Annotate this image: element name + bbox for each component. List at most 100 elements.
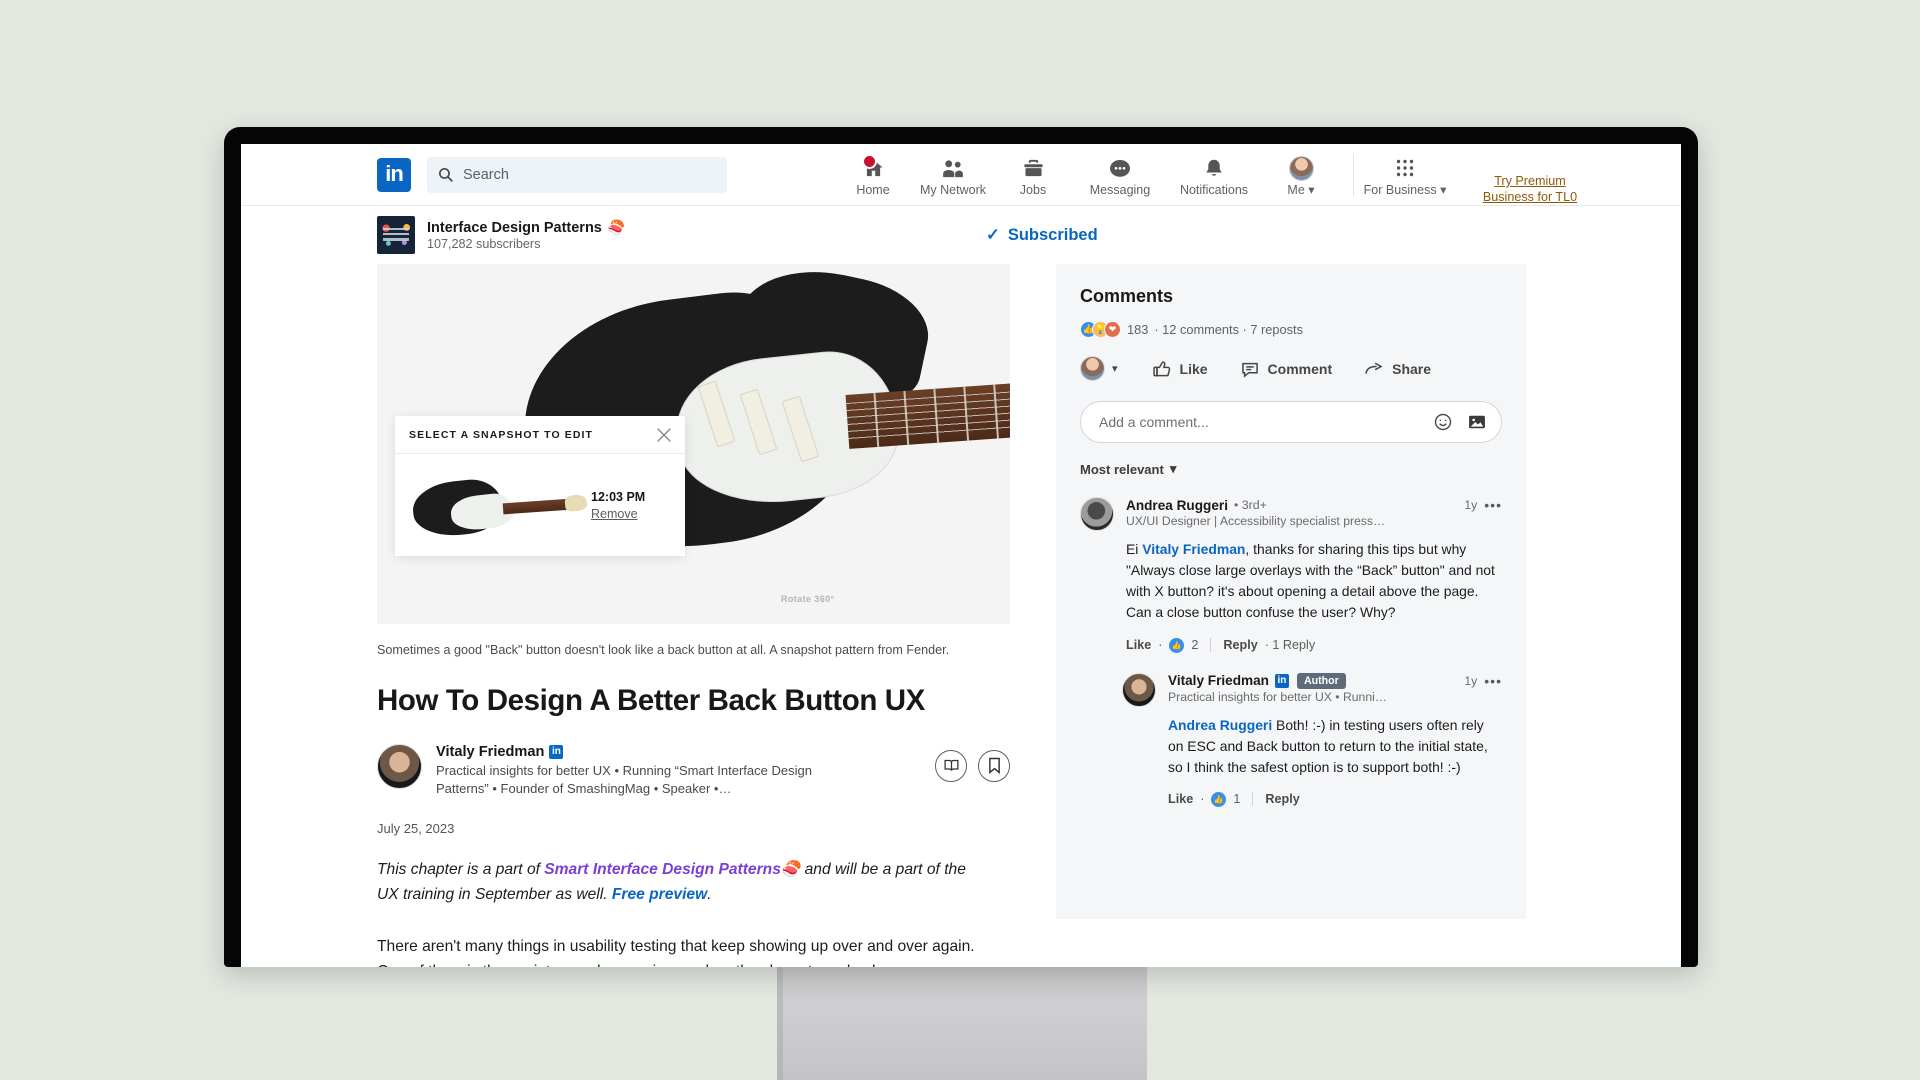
author-badge: Author (1296, 672, 1346, 689)
more-options-icon[interactable]: ••• (1484, 497, 1502, 513)
comment-mention[interactable]: Vitaly Friedman (1142, 541, 1245, 557)
search-input[interactable]: Search (427, 156, 727, 193)
byline-actions (935, 744, 1010, 782)
article-column: Rotate 360° SELECT A SNAPSHOT TO EDIT 12… (377, 264, 1010, 967)
reaction-count: 183 (1127, 322, 1149, 337)
notification-badge (861, 153, 877, 169)
nav-label: Messaging (1089, 182, 1151, 197)
share-button[interactable]: Share (1364, 359, 1431, 379)
sushi-emoji-icon: 🍣 (780, 861, 801, 879)
comment-reply-button[interactable]: Reply (1265, 792, 1299, 806)
lede-text-1: This chapter is a part of (377, 861, 545, 879)
social-action-bar: ▾ Like Comment Share (1080, 356, 1502, 381)
chevron-down-icon: ▾ (1440, 183, 1447, 197)
book-open-icon[interactable] (935, 749, 967, 782)
comment-text: Andrea Ruggeri Both! :-) in testing user… (1168, 715, 1502, 778)
comment-button[interactable]: Comment (1240, 359, 1332, 379)
nav-item-me[interactable]: Me ▾ (1261, 144, 1341, 205)
snapshot-modal-title: SELECT A SNAPSHOT TO EDIT (409, 428, 594, 441)
premium-line-1: Try Premium (1494, 174, 1566, 188)
comment-like-count: 2 (1191, 638, 1199, 652)
commenter-name[interactable]: Andrea Ruggeri (1126, 498, 1228, 513)
snapshot-modal-body: 12:03 PM Remove (395, 454, 685, 556)
nav-item-messaging[interactable]: Messaging (1073, 144, 1167, 205)
comment-like-button[interactable]: Like (1168, 792, 1193, 806)
snapshot-meta: 12:03 PM Remove (591, 490, 645, 521)
hero-caption: Sometimes a good "Back" button doesn't l… (377, 643, 950, 657)
avatar-icon (1288, 155, 1314, 181)
subscribed-button[interactable]: ✓ Subscribed (986, 225, 1098, 245)
more-options-icon[interactable]: ••• (1484, 673, 1502, 689)
search-placeholder: Search (463, 166, 509, 183)
nav-item-home[interactable]: Home (833, 144, 913, 205)
nav-label: Jobs (1019, 182, 1047, 197)
comment-bubble-icon (1241, 362, 1258, 378)
comment-replies-count[interactable]: · 1 Reply (1265, 638, 1315, 652)
commenter-headline: Practical insights for better UX • Runni… (1168, 689, 1387, 704)
avatar (1288, 155, 1314, 181)
nav-label: Notifications (1179, 182, 1249, 197)
nav-items: Home My Network Jobs Messaging Notificat… (833, 144, 1594, 205)
reactions-summary[interactable]: 👍 💡 ❤ 183 · 12 comments · 7 reposts (1080, 321, 1502, 338)
commenter-headline: UX/UI Designer | Accessibility specialis… (1126, 514, 1386, 528)
comment-timestamp: 1y (1464, 498, 1478, 512)
comment-mention[interactable]: Andrea Ruggeri (1168, 717, 1272, 733)
add-comment-field[interactable]: Add a comment... (1080, 401, 1502, 443)
comment-header: Andrea Ruggeri • 3rd+ 1y ••• (1126, 497, 1502, 513)
article-hero-image: Rotate 360° SELECT A SNAPSHOT TO EDIT 12… (377, 264, 1010, 624)
home-icon (861, 153, 885, 181)
like-label: Like (1179, 360, 1208, 377)
commenter-name[interactable]: Vitaly Friedman (1168, 673, 1269, 688)
subscribed-label: Subscribed (1007, 225, 1098, 244)
love-reaction-icon: ❤ (1104, 321, 1121, 338)
newsletter-cover-image (377, 216, 415, 254)
snapshot-modal: SELECT A SNAPSHOT TO EDIT 12:03 PM Remov… (395, 416, 685, 556)
content-area: Rotate 360° SELECT A SNAPSHOT TO EDIT 12… (241, 264, 1681, 967)
nav-label: Home (856, 182, 890, 197)
snapshot-remove-link[interactable]: Remove (591, 507, 645, 521)
article-lede: This chapter is a part of Smart Interfac… (377, 858, 977, 908)
author-name[interactable]: Vitaly Friedman (436, 744, 544, 760)
comment-actions: Like · 👍 1 Reply (1168, 791, 1300, 807)
briefcase-icon (1022, 157, 1045, 181)
author-avatar[interactable] (377, 743, 422, 789)
linkedin-logo-icon[interactable]: in (377, 157, 411, 192)
thumbs-up-icon (1152, 360, 1170, 376)
commenter-selector[interactable]: ▾ (1080, 356, 1118, 381)
comment-reply-button[interactable]: Reply (1223, 638, 1257, 652)
nav-item-jobs[interactable]: Jobs (993, 144, 1073, 205)
author-name-row: Vitaly Friedman in (436, 744, 856, 760)
image-upload-icon[interactable] (1467, 412, 1487, 432)
chevron-down-icon: ▾ (1112, 363, 1118, 375)
nav-item-notifications[interactable]: Notifications (1167, 144, 1261, 205)
like-reaction-icon: 👍 (1169, 637, 1185, 653)
byline: Vitaly Friedman in Practical insights fo… (377, 743, 1010, 800)
linkedin-badge-icon: in (549, 744, 564, 759)
bookmark-icon[interactable] (978, 749, 1010, 782)
comment-item: Vitaly Friedman in Author 1y ••• Practic… (1080, 672, 1502, 807)
sort-selector[interactable]: Most relevant ▾ (1080, 461, 1502, 477)
emoji-icon[interactable] (1433, 412, 1453, 432)
comments-panel: Comments 👍 💡 ❤ 183 · 12 comments · 7 rep… (1056, 264, 1526, 919)
grid-apps-icon (1395, 156, 1415, 180)
try-premium-link[interactable]: Try Premium Business for TL0 (1466, 173, 1594, 205)
close-icon[interactable] (655, 426, 673, 444)
newsletter-title[interactable]: Interface Design Patterns 🍣 (427, 219, 625, 236)
avatar[interactable] (1080, 497, 1114, 531)
avatar[interactable] (1122, 672, 1156, 707)
nav-item-for-business[interactable]: For Business ▾ (1358, 144, 1452, 205)
nav-label: Me (1287, 183, 1305, 197)
comment-time-row: 1y ••• (1464, 673, 1502, 689)
smart-interface-design-patterns-link[interactable]: Smart Interface Design Patterns (544, 861, 781, 878)
comment-item: Andrea Ruggeri • 3rd+ 1y ••• UX/UI Desig… (1080, 497, 1502, 653)
comment-like-button[interactable]: Like (1126, 638, 1151, 652)
like-button[interactable]: Like (1152, 359, 1208, 379)
snapshot-thumbnail[interactable] (407, 467, 588, 543)
free-preview-link[interactable]: Free preview (612, 886, 707, 903)
comment-text-before: Ei (1126, 541, 1143, 557)
divider (1210, 638, 1212, 652)
nav-item-my-network[interactable]: My Network (913, 144, 993, 205)
bell-icon (1203, 157, 1225, 181)
like-reaction-icon: 👍 (1211, 791, 1227, 807)
reaction-icons: 👍 💡 ❤ (1080, 321, 1121, 338)
